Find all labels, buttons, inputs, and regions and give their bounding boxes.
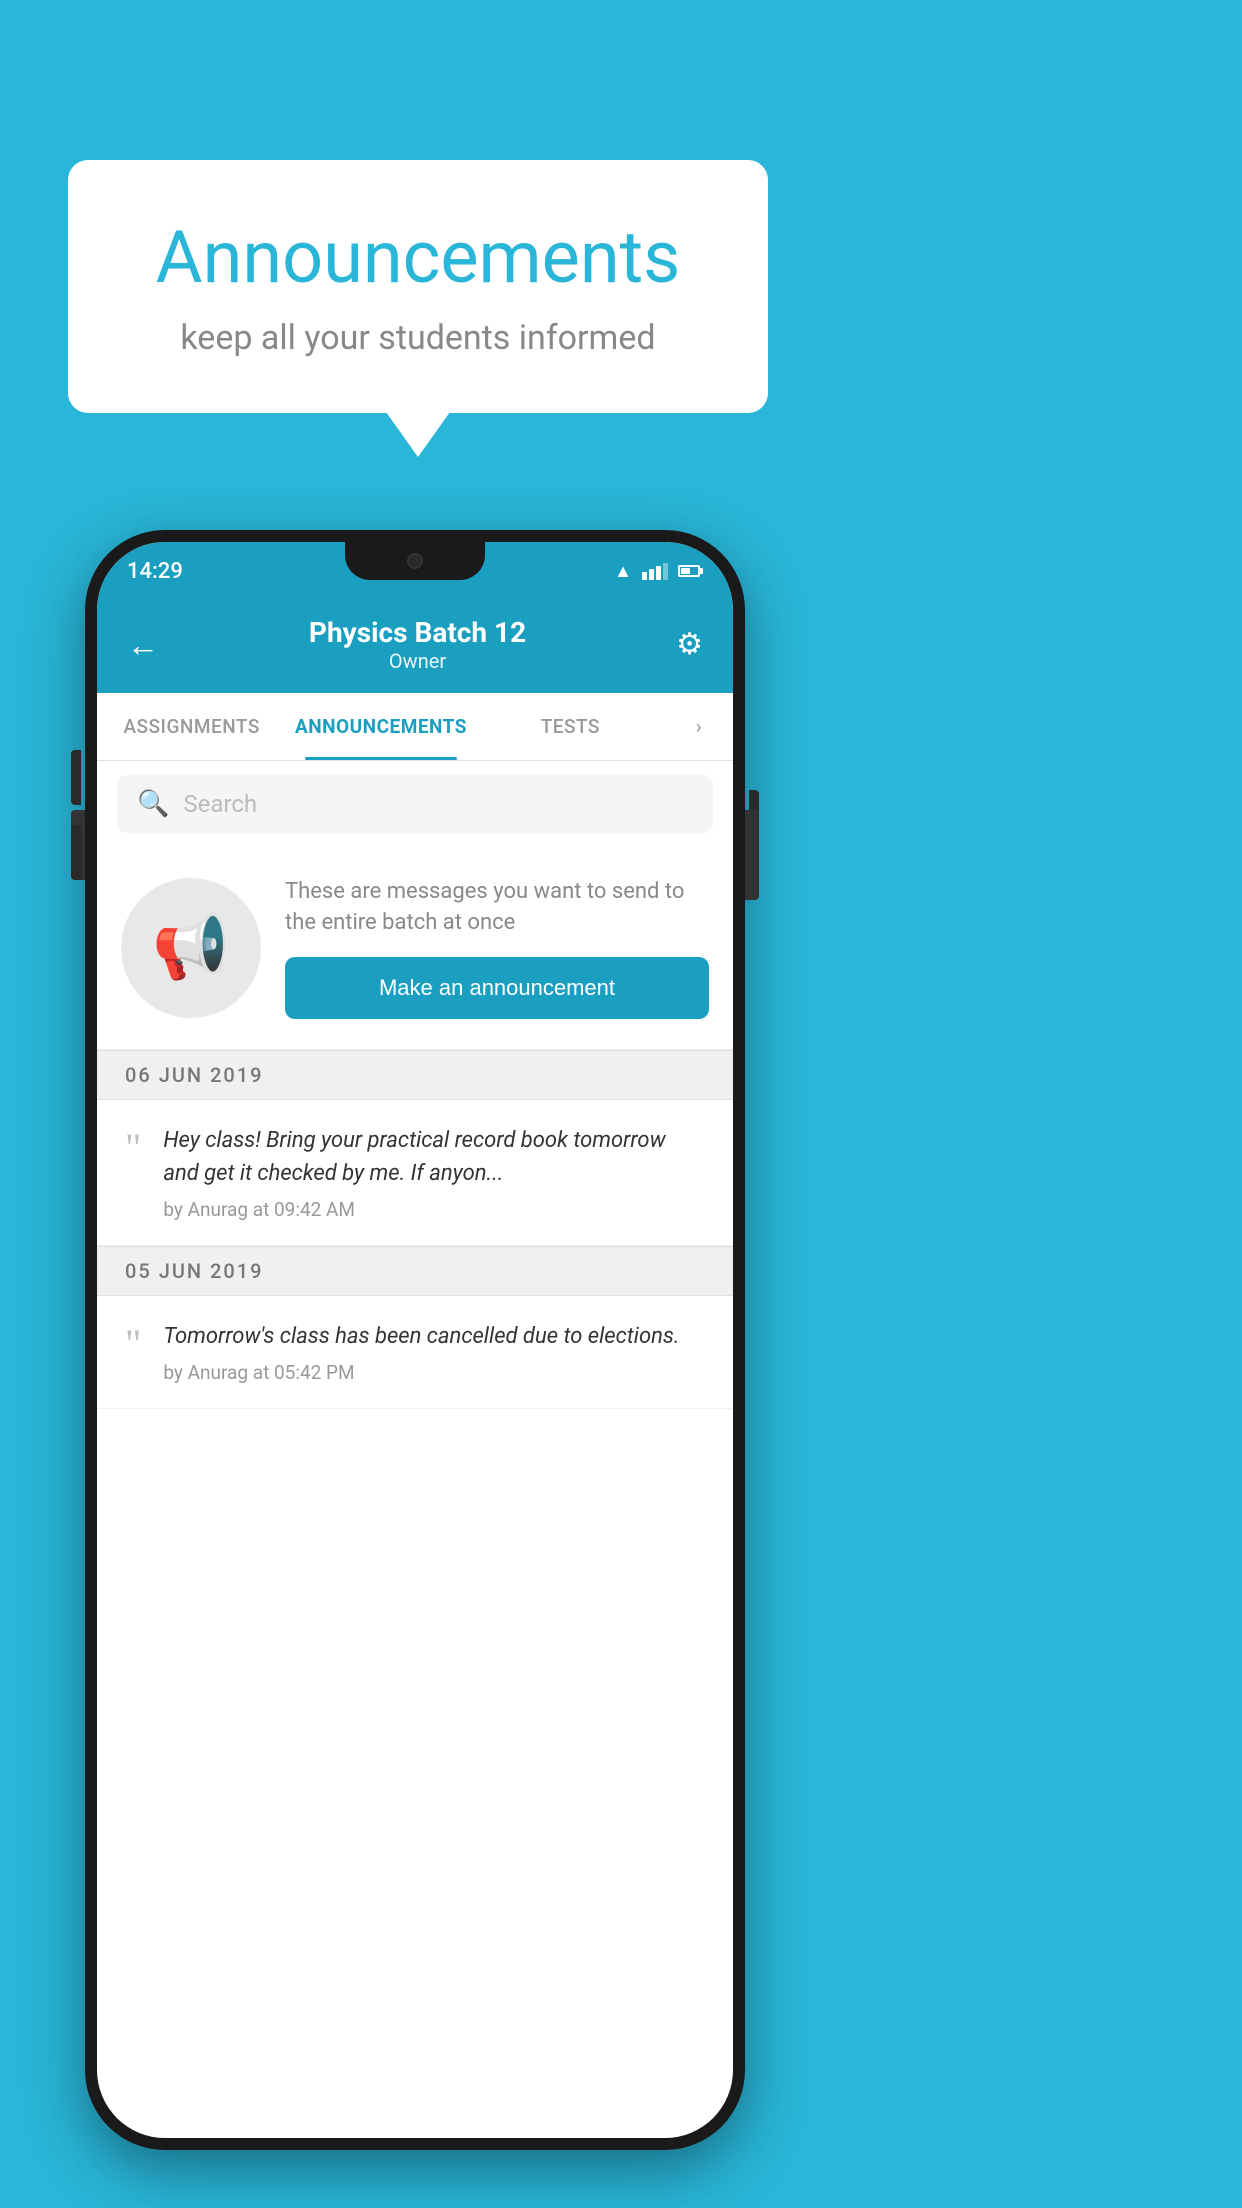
battery-icon: [678, 565, 703, 577]
make-announcement-button[interactable]: Make an announcement: [285, 957, 709, 1019]
announcement-item-2[interactable]: " Tomorrow's class has been cancelled du…: [97, 1296, 733, 1409]
announcement-author-2: by Anurag at 05:42 PM: [163, 1361, 705, 1384]
search-bar-container: 🔍 Search: [97, 761, 733, 847]
bubble-title: Announcements: [128, 215, 708, 300]
tab-announcements[interactable]: ANNOUNCEMENTS: [286, 693, 475, 760]
phone-wrapper: 14:29 ▲: [85, 530, 745, 2150]
camera-notch: [407, 553, 423, 569]
announcement-author-1: by Anurag at 09:42 AM: [163, 1198, 705, 1221]
status-icons: ▲: [614, 561, 703, 582]
signal-icon: [642, 562, 668, 580]
megaphone-icon: 📢: [152, 911, 229, 984]
bubble-subtitle: keep all your students informed: [128, 318, 708, 358]
tab-assignments[interactable]: ASSIGNMENTS: [97, 693, 286, 760]
announcement-content-2: Tomorrow's class has been cancelled due …: [163, 1320, 705, 1384]
volume-up-button[interactable]: [71, 750, 81, 805]
announcement-content-1: Hey class! Bring your practical record b…: [163, 1124, 705, 1221]
batch-role: Owner: [309, 649, 526, 673]
date-divider-1: 06 JUN 2019: [97, 1050, 733, 1100]
announcement-item-1[interactable]: " Hey class! Bring your practical record…: [97, 1100, 733, 1246]
status-time: 14:29: [127, 559, 183, 584]
power-button[interactable]: [749, 790, 759, 875]
speech-bubble-wrapper: Announcements keep all your students inf…: [68, 160, 768, 413]
app-header: ← Physics Batch 12 Owner ⚙: [97, 600, 733, 693]
status-bar: 14:29 ▲: [97, 542, 733, 600]
announcement-right: These are messages you want to send to t…: [285, 877, 709, 1019]
notch: [345, 542, 485, 580]
search-icon: 🔍: [137, 789, 169, 819]
back-button[interactable]: ←: [127, 626, 159, 664]
announcement-intro: 📢 These are messages you want to send to…: [97, 847, 733, 1050]
speech-bubble: Announcements keep all your students inf…: [68, 160, 768, 413]
settings-icon[interactable]: ⚙: [676, 627, 703, 662]
quote-icon-1: ": [125, 1128, 141, 1168]
announcement-icon-circle: 📢: [121, 878, 261, 1018]
date-divider-2: 05 JUN 2019: [97, 1246, 733, 1296]
phone-outer: 14:29 ▲: [85, 530, 745, 2150]
tabs-bar: ASSIGNMENTS ANNOUNCEMENTS TESTS ›: [97, 693, 733, 761]
search-input[interactable]: Search: [183, 790, 257, 818]
volume-down-button[interactable]: [71, 825, 81, 880]
header-title-group: Physics Batch 12 Owner: [309, 616, 526, 673]
search-bar[interactable]: 🔍 Search: [117, 775, 713, 833]
tab-more[interactable]: ›: [665, 693, 733, 760]
batch-title: Physics Batch 12: [309, 616, 526, 649]
quote-icon-2: ": [125, 1324, 141, 1364]
announcement-desc: These are messages you want to send to t…: [285, 877, 709, 939]
wifi-icon: ▲: [614, 561, 632, 582]
tab-tests[interactable]: TESTS: [476, 693, 665, 760]
announcement-text-1: Hey class! Bring your practical record b…: [163, 1124, 705, 1190]
phone-screen: 14:29 ▲: [97, 542, 733, 2138]
announcement-text-2: Tomorrow's class has been cancelled due …: [163, 1320, 705, 1353]
